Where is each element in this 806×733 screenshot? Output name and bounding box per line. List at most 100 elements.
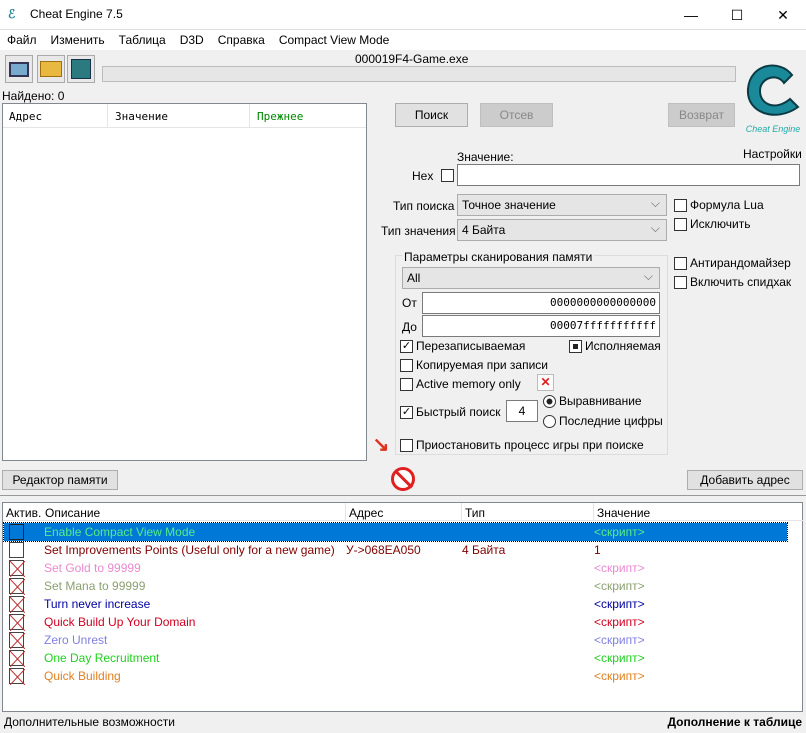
copy-on-write-label: Копируемая при записи bbox=[416, 358, 548, 372]
unrandomizer-checkbox[interactable] bbox=[674, 257, 687, 270]
row-type: 4 Байта bbox=[462, 543, 506, 557]
close-button[interactable]: ✕ bbox=[760, 0, 806, 30]
value-type-dropdown[interactable]: 4 Байта bbox=[457, 219, 667, 241]
row-value: <скрипт> bbox=[594, 651, 645, 665]
row-value: 1 bbox=[594, 543, 601, 557]
alignment-radio[interactable] bbox=[543, 395, 556, 408]
col-value[interactable]: Значение bbox=[597, 506, 650, 520]
from-input[interactable]: 0000000000000000 bbox=[422, 292, 660, 314]
value-input[interactable] bbox=[457, 164, 800, 186]
table-row[interactable]: Quick Building <скрипт> bbox=[4, 667, 787, 685]
cheat-engine-logo[interactable]: Cheat Engine bbox=[740, 55, 806, 145]
col-value[interactable]: Значение bbox=[115, 110, 168, 123]
menu-help[interactable]: Справка bbox=[211, 30, 272, 50]
undo-scan-button[interactable]: Возврат bbox=[668, 103, 735, 127]
table-header: Актив. Описание Адрес Тип Значение bbox=[3, 503, 803, 521]
table-row[interactable]: Set Gold to 99999 <скрипт> bbox=[4, 559, 787, 577]
active-checkbox[interactable] bbox=[9, 560, 25, 577]
minimize-button[interactable]: — bbox=[668, 0, 714, 30]
col-address[interactable]: Адрес bbox=[349, 506, 383, 520]
row-description: Set Mana to 99999 bbox=[44, 579, 146, 593]
save-button[interactable] bbox=[67, 55, 95, 83]
table-row[interactable]: Enable Compact View Mode <скрипт> bbox=[3, 522, 788, 542]
copy-on-write-checkbox[interactable] bbox=[400, 359, 413, 372]
hex-checkbox[interactable] bbox=[441, 169, 454, 182]
add-to-list-arrow-icon[interactable]: ↘ bbox=[369, 434, 393, 458]
window-title: Cheat Engine 7.5 bbox=[30, 7, 123, 21]
active-checkbox[interactable] bbox=[9, 668, 25, 685]
unrandomizer-label: Антирандомайзер bbox=[690, 256, 791, 270]
active-checkbox[interactable] bbox=[9, 632, 25, 649]
open-process-button[interactable] bbox=[5, 55, 33, 83]
row-value: <скрипт> bbox=[594, 561, 645, 575]
scan-type-label: Тип поиска bbox=[393, 199, 455, 213]
menu-table[interactable]: Таблица bbox=[112, 30, 173, 50]
memory-scan-title: Параметры сканирования памяти bbox=[402, 250, 595, 264]
maximize-button[interactable]: ☐ bbox=[714, 0, 760, 30]
table-row[interactable]: Zero Unrest <скрипт> bbox=[4, 631, 787, 649]
open-file-button[interactable] bbox=[37, 55, 65, 83]
active-checkbox[interactable] bbox=[9, 596, 25, 613]
table-row[interactable]: Set Improvements Points (Useful only for… bbox=[4, 541, 787, 559]
row-description: Turn never increase bbox=[44, 597, 151, 611]
table-row[interactable]: Quick Build Up Your Domain <скрипт> bbox=[4, 613, 787, 631]
next-scan-button[interactable]: Отсев bbox=[480, 103, 553, 127]
row-description: One Day Recruitment bbox=[44, 651, 160, 665]
writable-checkbox[interactable]: ✓ bbox=[400, 340, 413, 353]
row-value: <скрипт> bbox=[594, 669, 645, 683]
executable-checkbox[interactable] bbox=[569, 340, 582, 353]
active-checkbox[interactable] bbox=[9, 524, 24, 540]
row-value: <скрипт> bbox=[594, 579, 645, 593]
menu-d3d[interactable]: D3D bbox=[173, 30, 211, 50]
table-row[interactable]: One Day Recruitment <скрипт> bbox=[4, 649, 787, 667]
region-dropdown[interactable]: All bbox=[402, 267, 660, 289]
active-memory-checkbox[interactable] bbox=[400, 378, 413, 391]
pause-checkbox[interactable] bbox=[400, 439, 413, 452]
col-description[interactable]: Описание bbox=[45, 506, 100, 520]
not-checkbox[interactable] bbox=[674, 218, 687, 231]
active-checkbox[interactable] bbox=[9, 650, 25, 667]
to-input[interactable]: 00007fffffffffff bbox=[422, 315, 660, 337]
value-type-label: Тип значения bbox=[381, 224, 456, 238]
lua-formula-checkbox[interactable] bbox=[674, 199, 687, 212]
active-checkbox[interactable] bbox=[9, 614, 25, 631]
memory-view-button[interactable]: Редактор памяти bbox=[2, 470, 118, 490]
add-address-button[interactable]: Добавить адрес bbox=[687, 470, 803, 490]
splitter[interactable] bbox=[0, 495, 806, 498]
active-checkbox[interactable] bbox=[9, 578, 25, 595]
last-digits-radio[interactable] bbox=[543, 415, 556, 428]
speedhack-checkbox[interactable] bbox=[674, 276, 687, 289]
advanced-options[interactable]: Дополнительные возможности bbox=[4, 715, 175, 729]
hex-label: Hex bbox=[412, 169, 434, 183]
folder-icon bbox=[40, 61, 62, 77]
col-address[interactable]: Адрес bbox=[9, 110, 42, 123]
col-active[interactable]: Актив. bbox=[6, 506, 41, 520]
col-previous[interactable]: Прежнее bbox=[257, 110, 303, 123]
menu-bar: Файл Изменить Таблица D3D Справка Compac… bbox=[0, 30, 806, 50]
row-description: Zero Unrest bbox=[44, 633, 108, 647]
executable-label: Исполняемая bbox=[585, 339, 661, 353]
table-extras[interactable]: Дополнение к таблице bbox=[667, 715, 802, 729]
cheat-table[interactable]: Актив. Описание Адрес Тип Значение Enabl… bbox=[2, 502, 803, 712]
col-type[interactable]: Тип bbox=[465, 506, 485, 520]
fast-scan-input[interactable]: 4 bbox=[506, 400, 538, 422]
menu-edit[interactable]: Изменить bbox=[44, 30, 112, 50]
clear-icon[interactable]: ✕ bbox=[537, 374, 554, 391]
row-value: <скрипт> bbox=[594, 633, 645, 647]
menu-file[interactable]: Файл bbox=[0, 30, 44, 50]
settings-link[interactable]: Настройки bbox=[743, 147, 802, 161]
app-icon: ℰ bbox=[8, 7, 16, 21]
table-row[interactable]: Set Mana to 99999 <скрипт> bbox=[4, 577, 787, 595]
to-label: До bbox=[402, 320, 417, 334]
menu-compact-view[interactable]: Compact View Mode bbox=[272, 30, 397, 50]
scan-button[interactable]: Поиск bbox=[395, 103, 468, 127]
active-checkbox[interactable] bbox=[9, 542, 24, 558]
stop-icon[interactable] bbox=[391, 467, 415, 491]
table-row[interactable]: Turn never increase <скрипт> bbox=[4, 595, 787, 613]
row-address: У->068EA050 bbox=[346, 543, 421, 557]
scan-type-dropdown[interactable]: Точное значение bbox=[457, 194, 667, 216]
fast-scan-checkbox[interactable]: ✓ bbox=[400, 406, 413, 419]
row-description: Quick Building bbox=[44, 669, 121, 683]
process-name: 000019F4-Game.exe bbox=[355, 52, 469, 66]
results-list[interactable]: Адрес Значение Прежнее bbox=[2, 103, 367, 461]
